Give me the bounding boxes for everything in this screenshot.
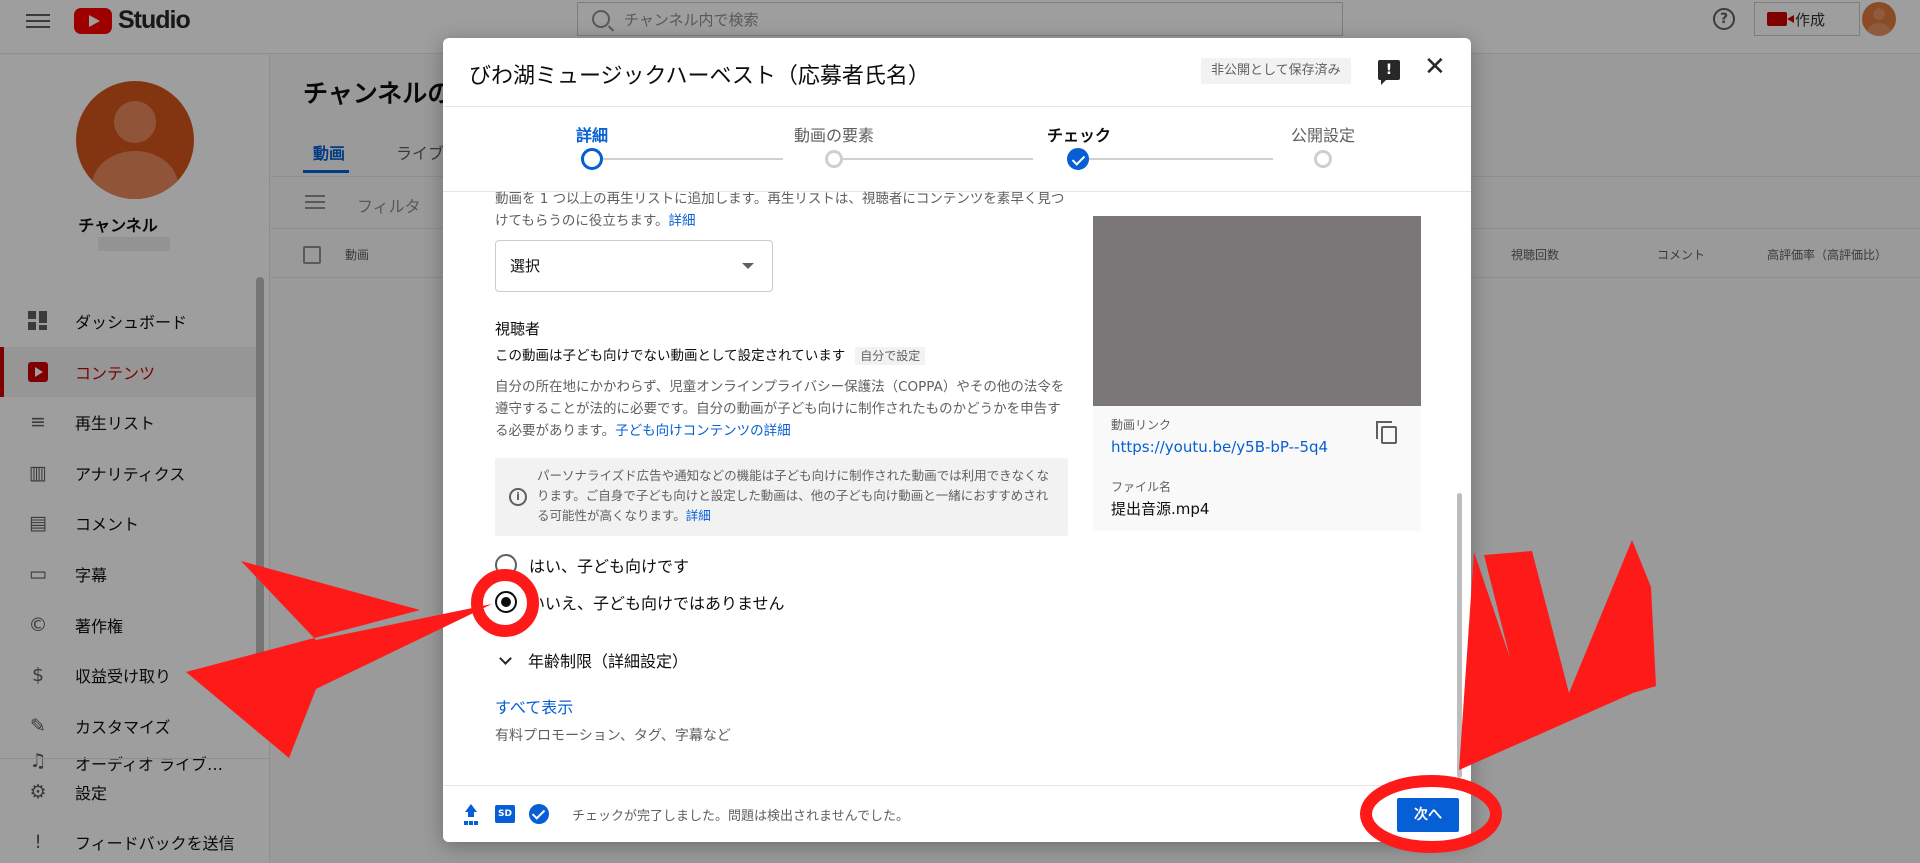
playlist-select[interactable]: 選択 <box>495 240 773 292</box>
age-restriction-label: 年齢制限（詳細設定） <box>528 652 689 671</box>
radio-button[interactable] <box>495 554 517 576</box>
step-elements-label[interactable]: 動画の要素 <box>734 122 934 146</box>
step-checks-label[interactable]: チェック <box>979 122 1179 146</box>
chevron-down-icon <box>499 651 512 665</box>
next-button[interactable]: 次へ <box>1397 798 1459 832</box>
copy-icon[interactable] <box>1376 421 1397 444</box>
audience-status: この動画は子ども向けでない動画として設定されています 自分で設定 <box>495 345 926 367</box>
show-more-description: 有料プロモーション、タグ、字幕など <box>495 728 731 744</box>
age-restriction-toggle[interactable]: 年齢制限（詳細設定） <box>499 648 689 672</box>
show-more-link[interactable]: すべて表示 <box>495 694 573 718</box>
info-details-link[interactable]: 詳細 <box>686 508 711 523</box>
radio-button-selected[interactable] <box>495 591 517 613</box>
upload-dialog: びわ湖ミュージックハーベスト（応募者氏名） 非公開として保存済み ! ✕ 詳細 … <box>443 38 1471 842</box>
caret-down-icon <box>742 263 754 269</box>
playlist-description: 動画を 1 つ以上の再生リストに追加します。再生リストは、視聴者にコンテンツを素… <box>495 191 1065 229</box>
step-details-label[interactable]: 詳細 <box>492 122 692 146</box>
step-visibility-dot[interactable] <box>1314 150 1332 168</box>
saved-status-badge: 非公開として保存済み <box>1201 58 1351 84</box>
step-visibility-label[interactable]: 公開設定 <box>1223 122 1423 146</box>
step-connector <box>833 158 1033 160</box>
step-checks-done-icon[interactable] <box>1067 148 1089 170</box>
step-elements-dot[interactable] <box>825 150 843 168</box>
step-connector <box>1083 158 1273 160</box>
kids-content-link[interactable]: 子ども向けコンテンツの詳細 <box>615 423 791 439</box>
dialog-footer: SD チェックが完了しました。問題は検出されませんでした。 次へ <box>443 785 1471 842</box>
playlist-details-link[interactable]: 詳細 <box>668 213 695 229</box>
step-connector <box>591 158 783 160</box>
self-set-tag: 自分で設定 <box>855 347 926 365</box>
feedback-icon[interactable]: ! <box>1378 60 1400 85</box>
file-name: 提出音源.mp4 <box>1111 500 1210 518</box>
video-preview-card: 動画リンク https://youtu.be/y5B-bP--5q4 ファイル名… <box>1093 216 1421 531</box>
info-text: パーソナライズド広告や通知などの機能は子ども向けに制作された動画では利用できなく… <box>537 468 1050 523</box>
upload-icon <box>463 804 479 822</box>
dialog-title: びわ湖ミュージックハーベスト（応募者氏名） <box>469 64 930 89</box>
audience-title: 視聴者 <box>495 320 541 338</box>
sd-quality-icon: SD <box>495 805 515 823</box>
video-link[interactable]: https://youtu.be/y5B-bP--5q4 <box>1111 438 1328 456</box>
radio-label: いいえ、子ども向けではありません <box>529 594 785 613</box>
video-thumbnail[interactable] <box>1093 216 1421 406</box>
check-status-text: チェックが完了しました。問題は検出されませんでした。 <box>572 809 909 824</box>
dialog-scrollbar[interactable] <box>1457 493 1462 778</box>
upload-stepper: 詳細 動画の要素 チェック 公開設定 <box>443 106 1471 192</box>
info-icon: i <box>509 488 527 506</box>
close-icon[interactable]: ✕ <box>1424 54 1446 80</box>
playlist-select-value: 選択 <box>510 257 541 275</box>
radio-not-made-for-kids[interactable]: いいえ、子ども向けではありません <box>495 590 785 614</box>
info-box: i パーソナライズド広告や通知などの機能は子ども向けに制作された動画では利用でき… <box>495 458 1068 536</box>
step-details-dot[interactable] <box>581 148 603 170</box>
check-complete-icon <box>529 804 549 824</box>
coppa-description: 自分の所在地にかかわらず、児童オンラインプライバシー保護法（COPPA）やその他… <box>495 379 1065 439</box>
radio-label: はい、子ども向けです <box>529 557 690 576</box>
radio-made-for-kids[interactable]: はい、子ども向けです <box>495 553 689 577</box>
video-link-label: 動画リンク <box>1111 418 1172 432</box>
file-name-label: ファイル名 <box>1111 480 1172 494</box>
